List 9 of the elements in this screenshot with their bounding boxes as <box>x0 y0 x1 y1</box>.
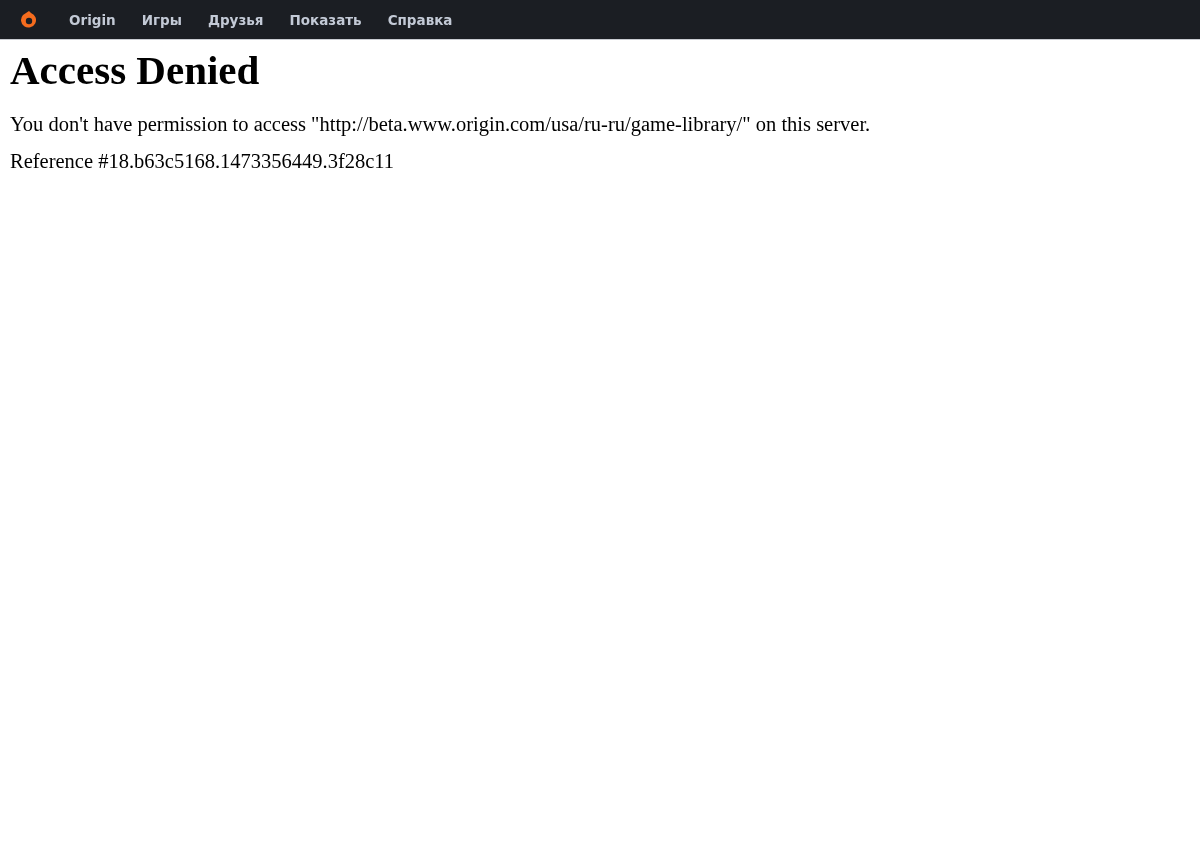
ring-logo-icon[interactable] <box>19 9 39 30</box>
error-message: You don't have permission to access "http://beta.www.origin.com/usa/ru-ru/game-library/" on this server. <box>10 112 872 136</box>
menu-item[interactable]: Origin <box>69 11 116 28</box>
menu-item[interactable]: Друзья <box>207 11 264 28</box>
menu-item[interactable]: Справка <box>387 11 453 28</box>
page-heading: Access Denied <box>10 46 261 94</box>
menu-item[interactable]: Игры <box>141 11 182 28</box>
menu-item[interactable]: Показать <box>289 11 362 28</box>
reference-text: Reference #18.b63c5168.1473356449.3f28c11 <box>10 149 396 173</box>
